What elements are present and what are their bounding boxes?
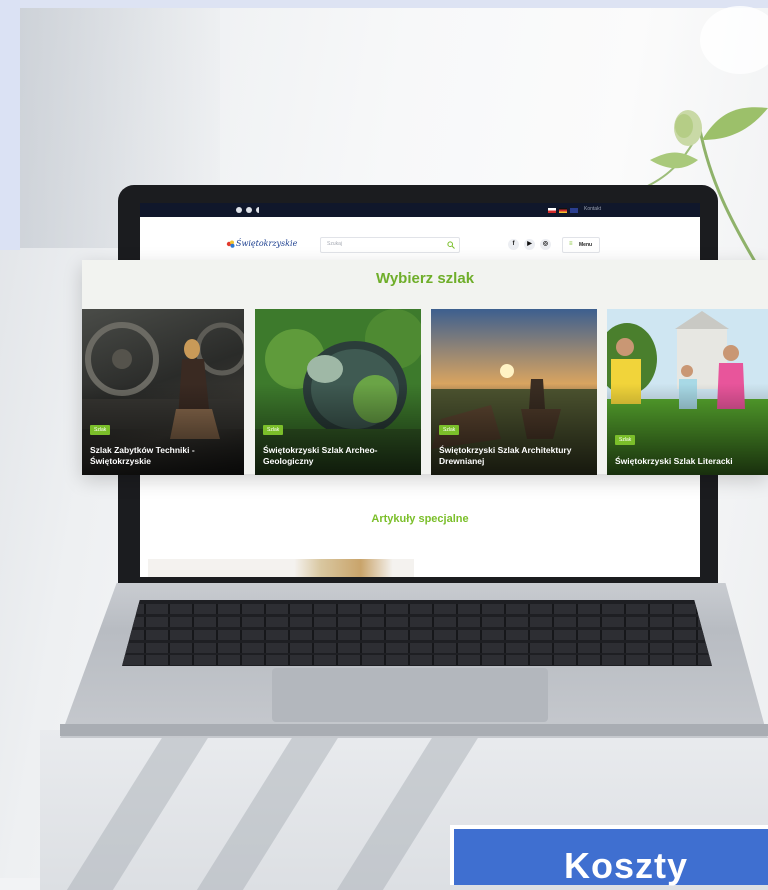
menu-button[interactable]: ≡ Menu <box>562 237 600 253</box>
key-row <box>122 617 712 627</box>
key-row <box>122 643 712 653</box>
accessibility-bar: Kontakt <box>140 203 700 217</box>
costs-heading-box: Koszty <box>450 825 768 886</box>
font-size-icon[interactable] <box>246 207 252 213</box>
trail-title: Świętokrzyski Szlak Archeo-Geologiczny <box>263 445 378 466</box>
instagram-icon[interactable]: ◎ <box>540 239 551 250</box>
trail-card[interactable]: Szlak Świętokrzyski Szlak Archeo-Geologi… <box>255 309 421 475</box>
dark-mode-icon[interactable] <box>256 207 262 213</box>
laptop-front-edge <box>60 724 768 736</box>
key-row <box>122 630 712 640</box>
keyboard <box>122 600 712 666</box>
article-thumbnail[interactable] <box>148 559 414 577</box>
trail-card[interactable]: Szlak Szlak Zabytków Techniki - Świętokr… <box>82 309 244 475</box>
flag-pl-icon[interactable] <box>548 208 556 213</box>
trail-card[interactable]: Szlak Świętokrzyski Szlak Architektury D… <box>431 309 597 475</box>
key-row <box>122 604 712 614</box>
key-row <box>122 655 712 665</box>
search-input[interactable]: Szukaj <box>320 237 460 253</box>
contact-link[interactable]: Kontakt <box>584 206 601 212</box>
trail-card[interactable]: Szlak Świętokrzyski Szlak Literacki <box>607 309 768 475</box>
hamburger-icon: ≡ <box>569 241 573 247</box>
trail-badge: Szlak <box>615 435 636 445</box>
search-icon[interactable] <box>447 241 455 249</box>
menu-label: Menu <box>579 242 593 248</box>
site-logo[interactable]: Świętokrzyskie <box>236 239 297 248</box>
special-articles-heading: Artykuły specjalne <box>371 513 469 525</box>
search-placeholder: Szukaj <box>327 241 343 247</box>
trail-title: Świętokrzyski Szlak Literacki <box>615 456 733 466</box>
trail-title: Świętokrzyski Szlak Architektury Drewnia… <box>439 445 572 466</box>
trail-title: Szlak Zabytków Techniki - Świętokrzyskie <box>90 445 195 466</box>
contrast-icon[interactable] <box>236 207 242 213</box>
trail-badge: Szlak <box>439 425 460 435</box>
trail-badge: Szlak <box>90 425 111 435</box>
trackpad <box>272 668 548 722</box>
facebook-icon[interactable]: f <box>508 239 519 250</box>
costs-heading: Koszty <box>564 845 689 886</box>
flag-en-icon[interactable] <box>570 208 578 213</box>
youtube-icon[interactable]: ▶ <box>524 239 535 250</box>
trail-selector-panel: Wybierz szlak Szlak Szlak Zabytków Techn… <box>82 260 768 475</box>
flag-de-icon[interactable] <box>559 208 567 213</box>
trail-badge: Szlak <box>263 425 284 435</box>
trail-selector-heading: Wybierz szlak <box>375 270 475 287</box>
site-header: Świętokrzyskie Szukaj f ▶ ◎ ≡ Menu <box>140 217 700 259</box>
blue-frame-left <box>0 0 20 250</box>
card-gradient <box>607 309 768 475</box>
logo-mark-icon <box>226 240 235 248</box>
